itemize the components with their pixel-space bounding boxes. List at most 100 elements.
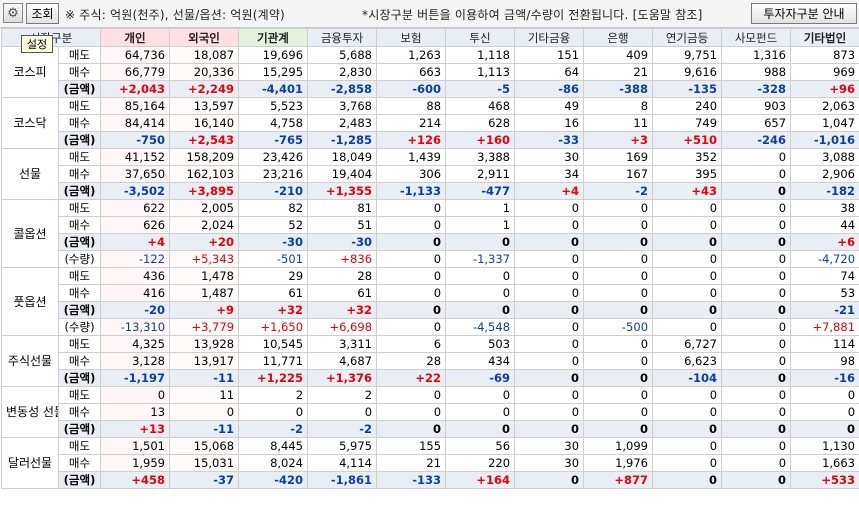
value-cell: -182 [790, 182, 859, 200]
value-cell: 49 [514, 97, 585, 115]
table-row[interactable]: (금액) +4 +20 -30 -30 0 0 0 0 0 0 +6 [2, 233, 859, 251]
table-row[interactable]: (수량) -13,310 +3,779 +1,650 +6,698 0 -4,548 0 -50… [2, 318, 859, 336]
table-row[interactable]: 선물 매도 41,152 158,209 23,426 18,049 1,439 3,388 3… [1, 148, 859, 200]
market-label: 코스피 [1, 46, 59, 98]
table-row[interactable]: 달러선물 매도 1,501 15,068 8,445 5,975 155 56 30 1,099 0… [1, 437, 859, 489]
table-row[interactable]: 매수 3,128 13,917 11,771 4,687 28 434 0 0 6,623 0 98 [2, 352, 859, 370]
value-cell: 19,404 [307, 165, 378, 183]
value-cell: +32 [238, 301, 309, 319]
value-cell: 28 [376, 352, 447, 370]
table-row[interactable]: 매수 37,650 162,103 23,216 19,404 306 2,911 34 167… [2, 165, 859, 183]
table-row[interactable]: 매수 416 1,487 61 61 0 0 0 0 0 0 53 [2, 284, 859, 302]
value-cell: 0 [721, 454, 792, 472]
value-cell: 409 [583, 46, 654, 64]
value-cell: +4 [100, 233, 171, 251]
value-cell: 8 [583, 97, 654, 115]
market-label: 코스닥 [1, 97, 59, 149]
table-row[interactable]: 코스닥 매도 85,164 13,597 5,523 3,768 88 468 49 8 240 90… [1, 97, 859, 149]
query-button[interactable]: 조회 [26, 3, 59, 24]
value-cell: 749 [652, 114, 723, 132]
value-cell: +2,043 [100, 80, 171, 98]
value-cell: 0 [721, 284, 792, 302]
header-individual[interactable]: 개인 [100, 28, 171, 47]
value-cell: 0 [721, 165, 792, 183]
value-cell: 988 [721, 63, 792, 81]
value-cell: 0 [721, 335, 792, 353]
value-cell: 0 [514, 386, 585, 404]
investor-guide-button[interactable]: 투자자구분 안내 [751, 3, 857, 24]
value-cell: 0 [583, 386, 654, 404]
value-cell: 0 [583, 301, 654, 319]
value-cell: 0 [721, 216, 792, 234]
value-cell: +3,779 [169, 318, 240, 336]
table-row[interactable]: (금액) -1,197 -11 +1,225 +1,376 +22 -69 0 0 -104 0 -1… [2, 369, 859, 387]
value-cell: 151 [514, 46, 585, 64]
header-insurance[interactable]: 보험 [376, 28, 447, 47]
value-cell: 0 [514, 216, 585, 234]
value-cell: -210 [238, 182, 309, 200]
value-cell: 0 [652, 403, 723, 421]
value-cell: -21 [790, 301, 859, 319]
table-row[interactable]: 주식선물 매도 4,325 13,928 10,545 3,311 6 503 0 0 6,727 0… [1, 335, 859, 387]
table-row[interactable]: 풋옵션 매도 436 1,478 29 28 0 0 0 0 0 0 74 [1, 267, 859, 336]
table-row[interactable]: 매수 66,779 20,336 15,295 2,830 663 1,113 64 21 9,6… [2, 63, 859, 81]
table-row[interactable]: 코스피 매도 64,736 18,087 19,696 5,688 1,263 1,118 15… [1, 46, 859, 98]
header-foreign[interactable]: 외국인 [169, 28, 240, 47]
value-cell: 2,024 [169, 216, 240, 234]
value-cell: 0 [514, 318, 585, 336]
value-cell: +3 [583, 131, 654, 149]
table-row[interactable]: (금액) -20 +9 +32 +32 0 0 0 0 0 0 -21 [2, 301, 859, 319]
value-cell: 9,616 [652, 63, 723, 81]
header-other-corp[interactable]: 기타법인 [790, 28, 859, 47]
table-row[interactable]: 매수 626 2,024 52 51 0 1 0 0 0 0 44 [2, 216, 859, 234]
value-cell: 81 [307, 199, 378, 217]
row-type-label: 매도 [57, 335, 102, 353]
market-label: 선물 [1, 148, 59, 200]
value-cell: -20 [100, 301, 171, 319]
table-row[interactable]: (금액) -3,502 +3,895 -210 +1,355 -1,133 -477 +4 -2… [2, 182, 859, 200]
value-cell: -69 [445, 369, 516, 387]
table-row[interactable]: (금액) -750 +2,543 -765 -1,285 +126 +160 -33 +3 +51… [2, 131, 859, 149]
table-row[interactable]: 매수 84,414 16,140 4,758 2,483 214 628 16 11 749 657… [2, 114, 859, 132]
header-trust[interactable]: 투신 [445, 28, 516, 47]
table-row[interactable]: 매수 13 0 0 0 0 0 0 0 0 0 0 [2, 403, 859, 421]
value-cell: 0 [652, 216, 723, 234]
header-row: 시장구분 개인 외국인 기관계 금융투자 보험 투신 기타금융 은행 연기금등 … [0, 28, 859, 47]
value-cell: 37,650 [100, 165, 171, 183]
value-cell: 0 [652, 386, 723, 404]
value-cell: 0 [445, 284, 516, 302]
value-cell: +6,698 [307, 318, 378, 336]
header-financial-investment[interactable]: 금융투자 [307, 28, 378, 47]
value-cell: 0 [721, 386, 792, 404]
value-cell: 0 [376, 199, 447, 217]
value-cell: 0 [583, 352, 654, 370]
value-cell: +9 [169, 301, 240, 319]
value-cell: 19,696 [238, 46, 309, 64]
value-cell: 0 [169, 403, 240, 421]
value-cell: 11,771 [238, 352, 309, 370]
header-private-fund[interactable]: 사모펀드 [721, 28, 792, 47]
value-cell: -2,858 [307, 80, 378, 98]
value-cell: +1,650 [238, 318, 309, 336]
value-cell: 30 [514, 148, 585, 166]
value-cell: 53 [790, 284, 859, 302]
value-cell: 167 [583, 165, 654, 183]
value-cell: 2,911 [445, 165, 516, 183]
header-pension[interactable]: 연기금등 [652, 28, 723, 47]
value-cell: 29 [238, 267, 309, 285]
row-type-label: 매도 [57, 199, 102, 217]
table-row[interactable]: (금액) +458 -37 -420 -1,861 -133 +164 0 +877 0 0 +533 [2, 471, 859, 489]
value-cell: 6,623 [652, 352, 723, 370]
table-row[interactable]: 변동성 선물매도011220000000 [1, 386, 859, 438]
table-row[interactable]: (수량) -122 +5,343 -501 +836 0 -1,337 0 0 0 0 -4,720 [2, 250, 859, 268]
table-row[interactable]: (금액) +2,043 +2,249 -4,401 -2,858 -600 -5 -86 -38… [2, 80, 859, 98]
value-cell: 1,439 [376, 148, 447, 166]
table-row[interactable]: 매수 1,959 15,031 8,024 4,114 21 220 30 1,976 0 0 1,6… [2, 454, 859, 472]
table-row[interactable]: (금액) +13 -11 -2 -2 0 0 0 0 0 0 0 [2, 420, 859, 438]
table-row[interactable]: 콜옵션 매도 622 2,005 82 81 0 1 0 0 0 0 38 [1, 199, 859, 268]
header-institution[interactable]: 기관계 [238, 28, 309, 47]
gear-icon[interactable]: ⚙ [3, 3, 23, 23]
header-bank[interactable]: 은행 [583, 28, 654, 47]
header-other-finance[interactable]: 기타금융 [514, 28, 585, 47]
value-cell: +160 [445, 131, 516, 149]
